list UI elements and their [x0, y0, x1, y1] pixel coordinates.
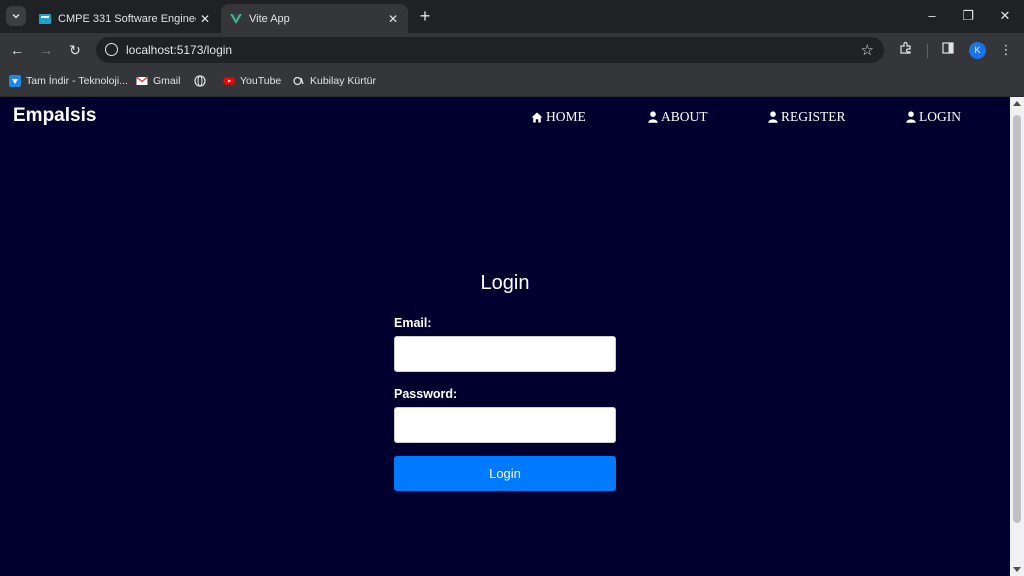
nav-register[interactable]: REGISTER [768, 109, 846, 125]
bookmark-label: Gmail [153, 75, 181, 87]
bookmarks-bar: Tam İndir - Teknoloji... Gmail YouTube K… [0, 67, 1024, 97]
nav-label: HOME [546, 109, 586, 124]
course-site-favicon [39, 13, 51, 24]
toolbar-divider [927, 44, 928, 58]
bookmark-kubilay[interactable]: Kubilay Kürtür [293, 73, 376, 89]
user-icon [906, 111, 916, 123]
chevron-down-icon [12, 13, 20, 19]
close-tab-icon[interactable]: ✕ [384, 12, 402, 26]
page-viewport: Empalsis HOME ABOUT REGISTER LOGIN Login… [0, 97, 1010, 576]
nav-label: REGISTER [781, 109, 846, 124]
scrollbar-thumb[interactable] [1013, 115, 1021, 523]
vue-favicon [230, 13, 242, 24]
bookmark-label: Kubilay Kürtür [310, 75, 376, 87]
restore-button[interactable]: ❐ [958, 7, 978, 25]
globe-icon [194, 75, 206, 87]
minimize-button[interactable]: – [922, 7, 942, 25]
tab-title: CMPE 331 Software Engineering [58, 12, 196, 25]
browser-toolbar: ← → ↻ localhost:5173/login ☆ K ⋮ [0, 33, 1024, 67]
bookmark-label: Tam İndir - Teknoloji... [26, 75, 128, 87]
scroll-down-arrow-icon[interactable] [1013, 567, 1021, 572]
youtube-icon [223, 77, 235, 85]
login-title: Login [480, 272, 530, 294]
extensions-icon[interactable] [897, 41, 915, 59]
side-panel-icon[interactable] [939, 41, 957, 59]
reload-icon[interactable]: ↻ [66, 41, 84, 59]
bookmark-globe[interactable] [194, 73, 211, 89]
nav-label: LOGIN [919, 109, 961, 124]
page-scrollbar[interactable] [1010, 97, 1024, 576]
tab-strip: CMPE 331 Software Engineering ✕ Vite App… [0, 0, 1024, 33]
site-info-icon[interactable] [105, 43, 118, 56]
tab-title: Vite App [249, 12, 290, 25]
kubilay-favicon [293, 76, 304, 86]
nav-label: ABOUT [661, 109, 708, 124]
gmail-icon [136, 76, 148, 85]
bookmark-label: YouTube [240, 75, 282, 87]
nav-about[interactable]: ABOUT [648, 109, 708, 125]
user-icon [768, 111, 778, 123]
bookmark-gmail[interactable]: Gmail [136, 73, 180, 89]
email-field[interactable] [394, 336, 616, 372]
close-tab-icon[interactable]: ✕ [196, 12, 214, 26]
tab-search-button[interactable] [6, 6, 26, 26]
scroll-up-arrow-icon[interactable] [1013, 101, 1021, 106]
bookmark-youtube[interactable]: YouTube [223, 73, 281, 89]
address-bar[interactable]: localhost:5173/login ☆ [96, 37, 884, 63]
nav-home[interactable]: HOME [531, 109, 586, 125]
menu-kebab-icon[interactable]: ⋮ [997, 41, 1015, 59]
tamindir-favicon [9, 75, 21, 87]
user-icon [648, 111, 658, 123]
tab-cmpe331[interactable]: CMPE 331 Software Engineering ✕ [30, 4, 220, 33]
forward-arrow-icon[interactable]: → [37, 41, 55, 59]
tab-vite-app[interactable]: Vite App ✕ [221, 4, 408, 33]
email-label: Email: [394, 316, 432, 330]
bookmark-star-icon[interactable]: ☆ [861, 41, 874, 59]
nav-login[interactable]: LOGIN [906, 109, 961, 125]
address-url[interactable]: localhost:5173/login [126, 43, 232, 57]
home-icon [531, 112, 543, 122]
password-field[interactable] [394, 407, 616, 443]
profile-avatar[interactable]: K [969, 42, 986, 59]
new-tab-button[interactable]: + [416, 6, 434, 26]
login-button[interactable]: Login [394, 456, 616, 491]
bookmark-tamindir[interactable]: Tam İndir - Teknoloji... [9, 73, 128, 89]
password-label: Password: [394, 387, 458, 401]
close-window-button[interactable]: ✕ [995, 7, 1015, 25]
back-arrow-icon[interactable]: ← [8, 41, 26, 59]
brand-logo[interactable]: Empalsis [13, 105, 96, 127]
